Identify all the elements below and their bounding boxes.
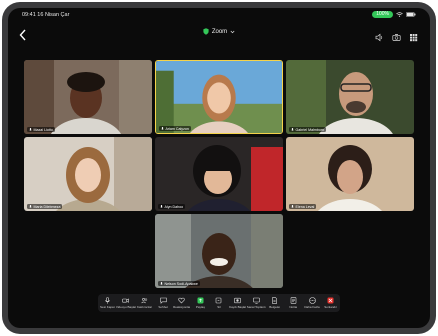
meeting-title-button[interactable]: Zoom xyxy=(203,28,235,35)
participant-name: Maria Dilebmeza xyxy=(33,204,61,209)
video-tile[interactable]: Mazai Liotto xyxy=(24,60,152,134)
screen-icon xyxy=(252,297,260,304)
more-icon xyxy=(308,296,316,304)
mic-icon xyxy=(160,281,163,285)
record-button[interactable]: Kaydı Başlat xyxy=(229,297,247,309)
participant-name-tag: Mazai Liotto xyxy=(27,127,55,132)
participant-name: Alyn Dahoo xyxy=(164,204,184,209)
status-bar: 09:41 16 Nisan Çar 100% xyxy=(8,8,430,22)
status-right: 100% xyxy=(372,11,416,18)
video-tile[interactable]: Ariam Calyzon xyxy=(155,60,283,134)
participant-name-tag: Elena Leval xyxy=(289,204,317,209)
participant-video xyxy=(286,60,414,134)
participant-video xyxy=(24,137,152,211)
delete-icon xyxy=(216,297,222,304)
participant-name: Nelson Sodi-Apakwe xyxy=(164,281,198,286)
gallery-view-icon[interactable] xyxy=(409,29,418,42)
video-tile[interactable]: Maria Dilebmeza xyxy=(24,137,152,211)
end-meeting-button[interactable]: Sonlandır xyxy=(322,297,340,309)
participant-name-tag: Gabriel Malmborn xyxy=(289,127,327,132)
share-button[interactable]: Paylaş xyxy=(191,297,209,309)
participant-video xyxy=(156,61,282,133)
mic-icon xyxy=(160,204,163,208)
heart-icon xyxy=(178,297,185,304)
video-tile[interactable]: Alyn Dahoo xyxy=(155,137,283,211)
video-icon xyxy=(122,298,130,303)
participant-name: Ariam Calyzon xyxy=(165,126,189,131)
mic-icon xyxy=(29,127,32,131)
battery-icon xyxy=(406,12,416,17)
video-tile[interactable]: Gabriel Malmborn xyxy=(286,60,414,134)
participant-video xyxy=(286,137,414,211)
status-time: 09:41 xyxy=(22,12,36,18)
screen: 09:41 16 Nisan Çar 100% Zoom Mazai Liott… xyxy=(8,8,430,328)
mute-button[interactable]: Sesi Kapat xyxy=(98,296,116,309)
screen-button[interactable]: Sanal Toplantı xyxy=(247,297,266,309)
camera-switch-icon[interactable] xyxy=(392,29,401,41)
mic-icon xyxy=(291,204,294,208)
participant-name: Elena Leval xyxy=(295,204,315,209)
reactions-button[interactable]: Reaksiyonlar xyxy=(173,297,191,309)
docs-button[interactable]: Belgeler xyxy=(266,297,284,309)
chat-icon xyxy=(159,297,167,304)
mic-icon xyxy=(291,127,294,131)
video-button[interactable]: Videoyu Başlat xyxy=(116,297,136,309)
meeting-controls: Sesi Kapat Videoyu Başlat Katılımcılar S… xyxy=(98,294,340,312)
note-icon xyxy=(290,297,297,304)
participant-name-tag: Ariam Calyzon xyxy=(159,126,191,131)
participant-name-tag: Alyn Dahoo xyxy=(158,204,186,209)
participant-name: Mazai Liotto xyxy=(33,127,53,132)
mic-icon xyxy=(161,126,164,130)
chevron-down-icon xyxy=(230,30,235,33)
mic-icon xyxy=(29,204,32,208)
participant-video xyxy=(155,214,283,288)
participant-name-tag: Maria Dilebmeza xyxy=(27,204,63,209)
video-tile[interactable]: Elena Leval xyxy=(286,137,414,211)
meeting-toolbar: Zoom xyxy=(8,24,430,44)
share-icon xyxy=(197,297,204,304)
shield-icon xyxy=(203,28,209,35)
participant-name-tag: Nelson Sodi-Apakwe xyxy=(158,281,200,286)
notes-button[interactable]: Notlar xyxy=(284,297,302,309)
more-button[interactable]: Daha Fazla xyxy=(303,296,321,309)
participant-video xyxy=(24,60,152,134)
battery-indicator: 100% xyxy=(372,11,393,18)
ipad-frame: 09:41 16 Nisan Çar 100% Zoom Mazai Liott… xyxy=(2,2,436,334)
mic-icon xyxy=(104,296,110,304)
participant-name: Gabriel Malmborn xyxy=(295,127,325,132)
speaker-icon[interactable] xyxy=(375,29,384,42)
status-date: 16 Nisan Çar xyxy=(37,12,70,18)
participants-icon xyxy=(141,297,148,303)
record-icon xyxy=(234,297,241,303)
wifi-icon xyxy=(396,12,403,17)
doc-icon xyxy=(272,297,278,304)
end-icon xyxy=(327,297,334,304)
participants-button[interactable]: Katılımcılar xyxy=(136,297,154,309)
participant-video xyxy=(155,137,283,211)
video-tile[interactable]: Nelson Sodi-Apakwe xyxy=(155,214,283,288)
delete-button[interactable]: Sil xyxy=(210,297,228,309)
chat-button[interactable]: Sohbet xyxy=(154,297,172,309)
meeting-title: Zoom xyxy=(211,28,228,35)
